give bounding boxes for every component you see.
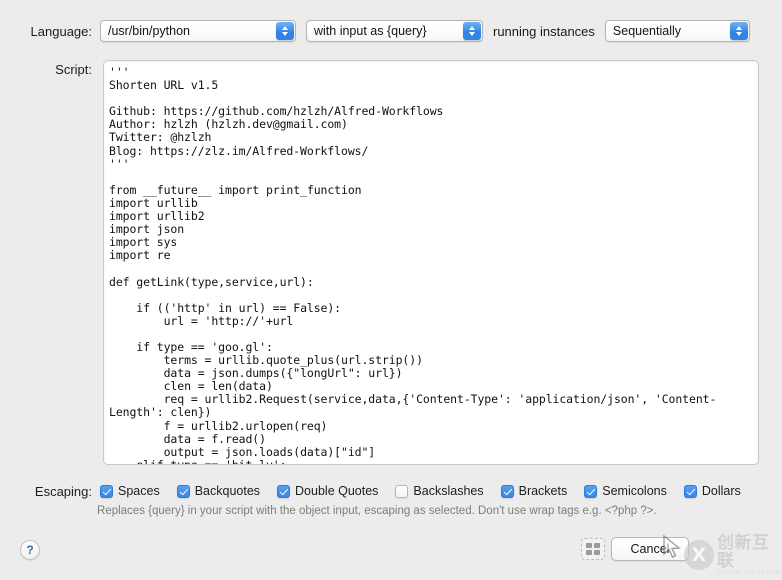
queue-mode-dropdown[interactable]: Sequentially (604, 20, 750, 42)
checkmark-icon (683, 484, 697, 498)
escaping-options: Spaces Backquotes Double Quotes Backslas… (100, 484, 741, 498)
escaping-checkbox-backquotes[interactable]: Backquotes (176, 484, 261, 498)
chevron-updown-icon (463, 22, 481, 40)
escaping-checkbox-dollars[interactable]: Dollars (683, 484, 741, 498)
checkmark-icon (277, 484, 291, 498)
script-label: Script: (55, 62, 92, 77)
escaping-checkbox-brackets[interactable]: Brackets (500, 484, 568, 498)
checkmark-icon (584, 484, 598, 498)
watermark: X 创新互联 CHUANG XIN HU LIAN (684, 533, 782, 577)
script-content[interactable]: ''' Shorten URL v1.5 Github: https://git… (104, 61, 758, 464)
escaping-checkbox-double-quotes[interactable]: Double Quotes (277, 484, 378, 498)
grid-cell (586, 550, 592, 555)
escaping-option-label: Spaces (118, 484, 160, 498)
watermark-text: 创新互联 CHUANG XIN HU LIAN (717, 534, 782, 577)
grid-cell (594, 550, 600, 555)
escaping-option-label: Semicolons (602, 484, 667, 498)
escaping-checkbox-backslashes[interactable]: Backslashes (395, 484, 484, 498)
interpreter-dropdown[interactable]: /usr/bin/python (100, 20, 296, 42)
help-button[interactable]: ? (20, 540, 40, 560)
escaping-hint: Replaces {query} in your script with the… (97, 505, 657, 517)
escaping-option-label: Backquotes (194, 484, 261, 498)
language-label: Language: (30, 23, 92, 39)
escaping-option-label: Backslashes (413, 484, 484, 498)
escaping-checkbox-spaces[interactable]: Spaces (100, 484, 160, 498)
escaping-option-label: Brackets (518, 484, 568, 498)
script-editor[interactable]: ''' Shorten URL v1.5 Github: https://git… (103, 60, 759, 465)
escaping-checkbox-semicolons[interactable]: Semicolons (584, 484, 667, 498)
chevron-updown-icon (729, 22, 748, 40)
running-instances-label: running instances (493, 23, 595, 39)
grid-cell (594, 543, 600, 548)
input-mode-dropdown[interactable]: with input as {query} (306, 20, 483, 42)
watermark-cn-text: 创新互联 (717, 532, 770, 571)
interpreter-value: /usr/bin/python (108, 24, 190, 38)
language-row: Language: /usr/bin/python with input as … (0, 18, 782, 44)
cancel-button[interactable]: Cancel (611, 537, 689, 561)
watermark-sub-text: CHUANG XIN HU LIAN (717, 569, 781, 576)
empty-checkbox-icon (395, 484, 409, 498)
grid-cell (586, 543, 592, 548)
grid-2x2-icon-button[interactable] (581, 538, 605, 560)
checkmark-icon (176, 484, 190, 498)
escaping-label: Escaping: (34, 483, 92, 499)
queue-mode-value: Sequentially (612, 24, 682, 38)
escaping-row: Escaping: Spaces Backquotes Double Quote… (0, 482, 782, 500)
input-mode-value: with input as {query} (314, 24, 427, 38)
escaping-option-label: Dollars (701, 484, 741, 498)
checkmark-icon (500, 484, 514, 498)
escaping-option-label: Double Quotes (295, 484, 379, 498)
chevron-updown-icon (276, 22, 294, 40)
checkmark-icon (100, 484, 113, 498)
